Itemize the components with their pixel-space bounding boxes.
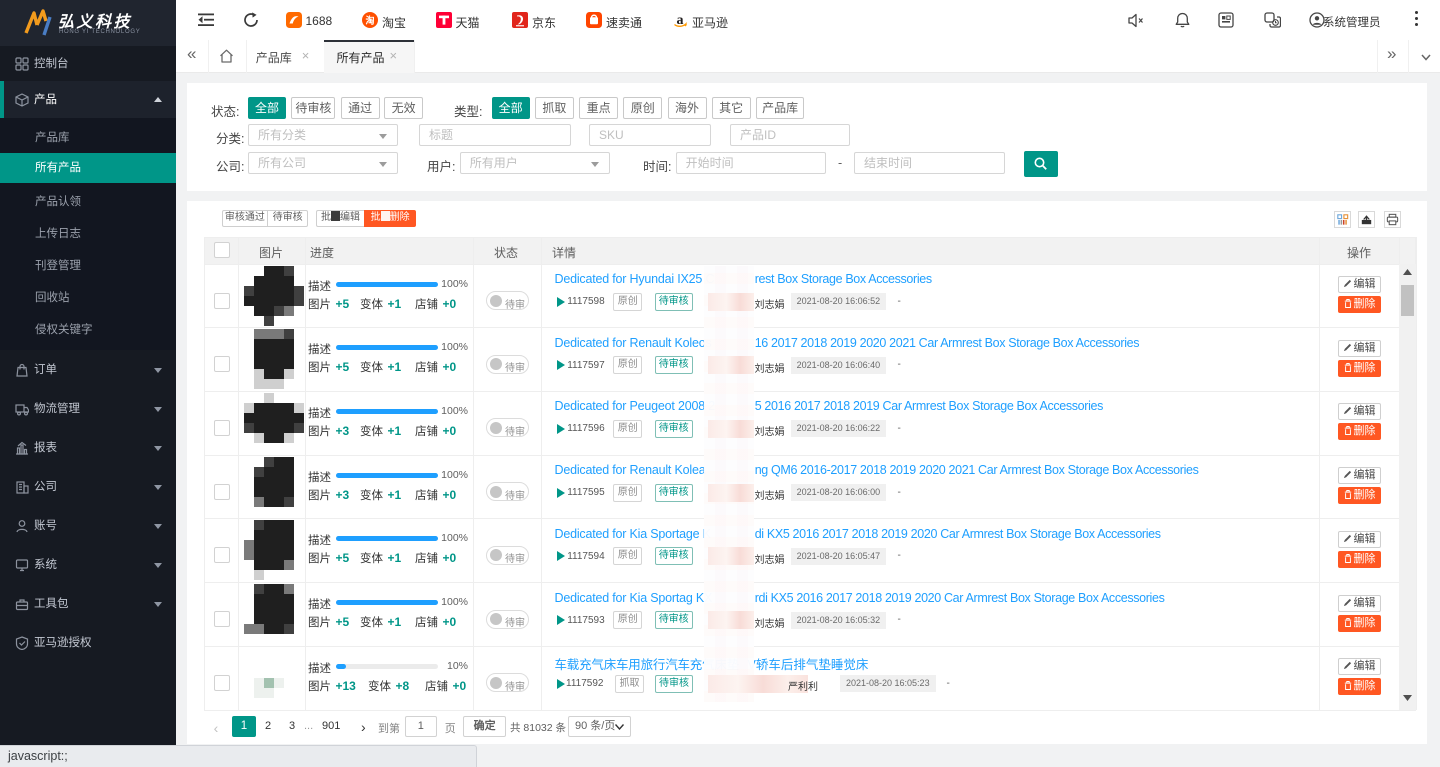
svg-text:淘: 淘 [365, 15, 374, 26]
